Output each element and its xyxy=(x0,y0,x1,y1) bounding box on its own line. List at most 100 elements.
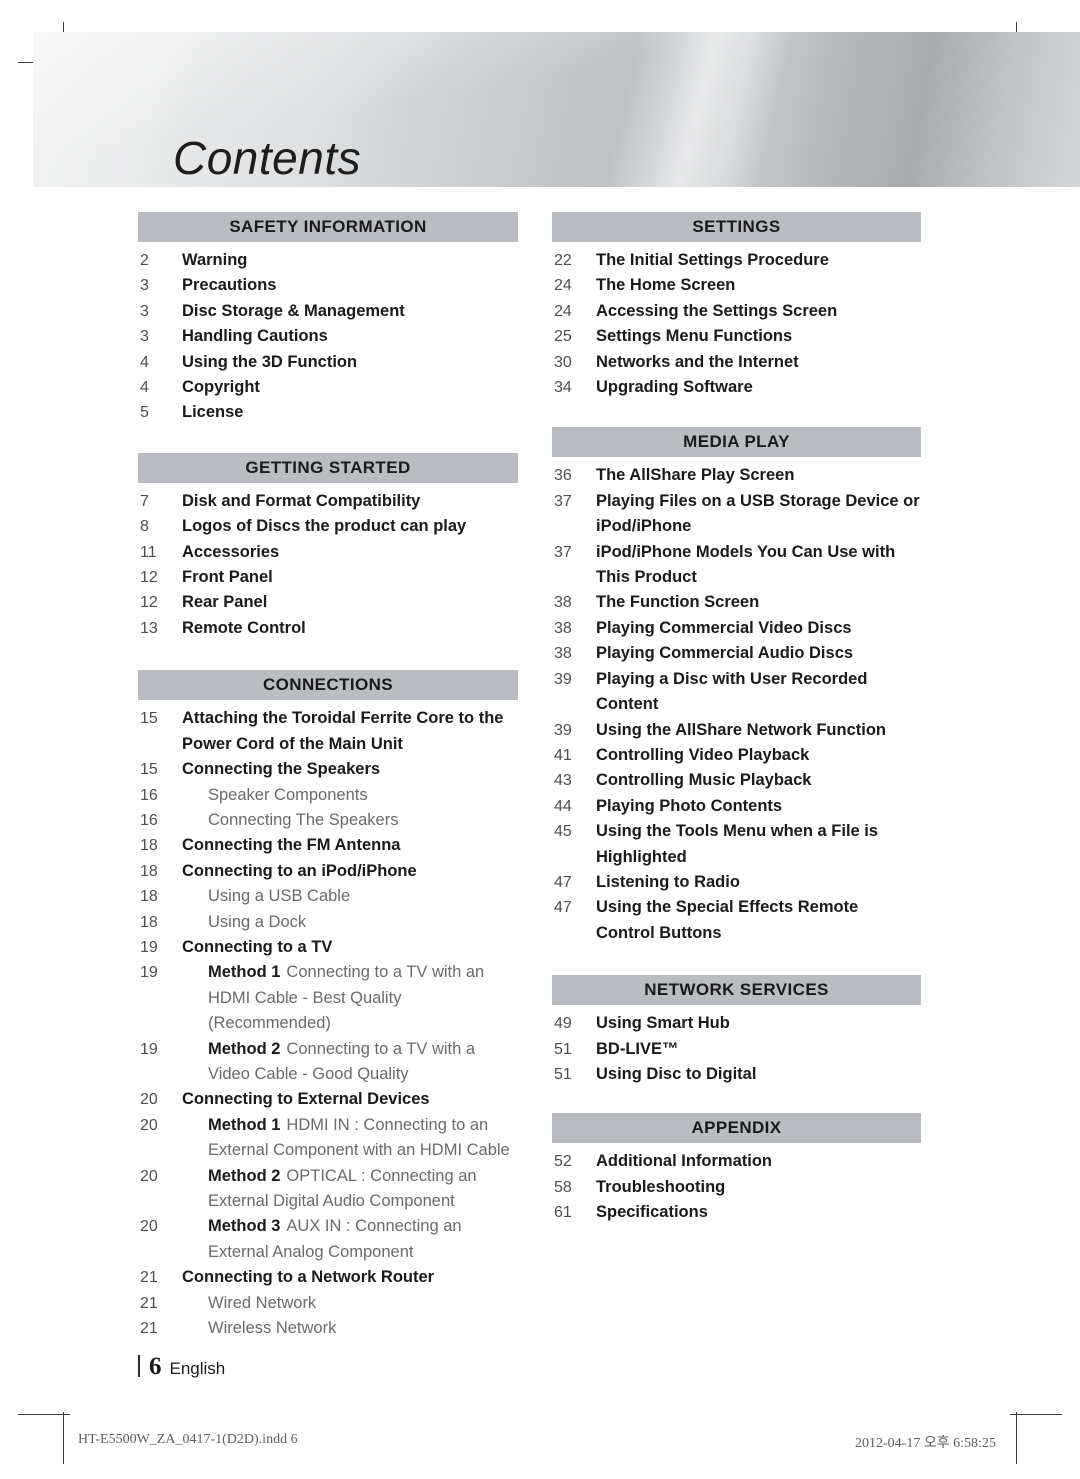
toc-entry[interactable]: 2 Warning xyxy=(138,248,518,273)
toc-entry-label: Using the 3D Function xyxy=(182,352,358,371)
toc-entry-label: Specifications xyxy=(596,1203,708,1222)
toc-section: APPENDIX 52 Additional Information 58 Troubl… xyxy=(552,1113,921,1225)
toc-entry-page-number: 45 xyxy=(554,823,572,841)
toc-entry[interactable]: 15 Attaching the Toroidal Ferrite Core to… xyxy=(138,706,518,757)
toc-section-heading: NETWORK SERVICES xyxy=(552,975,921,1006)
toc-entry[interactable]: 39 Playing a Disc with User Recorded Cont… xyxy=(552,667,921,718)
toc-entry-page-number: 39 xyxy=(554,721,572,739)
toc-entry[interactable]: 37 Playing Files on a USB Storage Device … xyxy=(552,489,921,540)
toc-entry[interactable]: 3 Disc Storage & Management xyxy=(138,299,518,324)
toc-entry-label: Connecting to External Devices xyxy=(182,1090,430,1109)
toc-entry-page-number: 38 xyxy=(554,645,572,663)
toc-entry[interactable]: 12 Front Panel xyxy=(138,565,518,590)
toc-entry-page-number: 20 xyxy=(140,1218,158,1236)
toc-entry[interactable]: 36 The AllShare Play Screen xyxy=(552,463,921,488)
toc-section-heading: GETTING STARTED xyxy=(138,452,518,483)
toc-entry[interactable]: 39 Using the AllShare Network Function xyxy=(552,718,921,743)
toc-entry[interactable]: 38 Playing Commercial Audio Discs xyxy=(552,641,921,666)
toc-entry[interactable]: 20 Method 3 AUX IN : Connecting an Externa… xyxy=(138,1214,518,1265)
toc-section: NETWORK SERVICES 49 Using Smart Hub 51 BD-LI… xyxy=(552,975,921,1087)
toc-entry[interactable]: 21 Connecting to a Network Router xyxy=(138,1265,518,1290)
toc-entry[interactable]: 47 Listening to Radio xyxy=(552,870,921,895)
toc-entry[interactable]: 30 Networks and the Internet xyxy=(552,350,921,375)
toc-entry-method-label: Method 1 xyxy=(208,1115,281,1134)
toc-entry-page-number: 3 xyxy=(140,277,149,295)
toc-entry[interactable]: 34 Upgrading Software xyxy=(552,375,921,400)
toc-entry[interactable]: 49 Using Smart Hub xyxy=(552,1011,921,1036)
toc-entry-label: Connecting to a Network Router xyxy=(182,1268,435,1287)
toc-entry-label: Using the Special Effects Remote Control… xyxy=(596,898,859,942)
toc-entry[interactable]: 20 Method 1 HDMI IN : Connecting to an Ext… xyxy=(138,1113,518,1164)
toc-entry-label: Disk and Format Compatibility xyxy=(182,491,421,510)
toc-entry[interactable]: 18 Using a Dock xyxy=(138,910,518,935)
toc-entry[interactable]: 51 Using Disc to Digital xyxy=(552,1062,921,1087)
toc-entry[interactable]: 18 Using a USB Cable xyxy=(138,884,518,909)
toc-entry-page-number: 13 xyxy=(140,619,158,637)
toc-entry[interactable]: 5 License xyxy=(138,400,518,425)
toc-entry[interactable]: 15 Connecting the Speakers xyxy=(138,757,518,782)
toc-entry[interactable]: 18 Connecting to an iPod/iPhone xyxy=(138,859,518,884)
toc-entry-page-number: 37 xyxy=(554,543,572,561)
toc-entry[interactable]: 38 Playing Commercial Video Discs xyxy=(552,616,921,641)
toc-entry-page-number: 47 xyxy=(554,873,572,891)
toc-entry-list: 52 Additional Information 58 Troubleshootin… xyxy=(552,1143,921,1225)
toc-section-heading: MEDIA PLAY xyxy=(552,427,921,458)
toc-entry-label: Controlling Music Playback xyxy=(596,771,812,790)
toc-entry-label: Connecting the Speakers xyxy=(182,760,381,779)
toc-entry[interactable]: 51 BD-LIVE™ xyxy=(552,1037,921,1062)
toc-entry[interactable]: 11 Accessories xyxy=(138,540,518,565)
toc-entry[interactable]: 24 The Home Screen xyxy=(552,273,921,298)
toc-entry-label: Copyright xyxy=(182,378,260,397)
toc-entry[interactable]: 22 The Initial Settings Procedure xyxy=(552,248,921,273)
toc-entry[interactable]: 43 Controlling Music Playback xyxy=(552,768,921,793)
toc-entry[interactable]: 4 Copyright xyxy=(138,375,518,400)
toc-entry-label: Attaching the Toroidal Ferrite Core to t… xyxy=(182,709,504,753)
toc-entry[interactable]: 38 The Function Screen xyxy=(552,590,921,615)
toc-entry[interactable]: 12 Rear Panel xyxy=(138,590,518,615)
toc-entry-page-number: 21 xyxy=(140,1269,158,1287)
toc-entry-page-number: 12 xyxy=(140,569,158,587)
toc-entry[interactable]: 19 Method 2 Connecting to a TV with a Vide… xyxy=(138,1037,518,1088)
toc-entry-label: The AllShare Play Screen xyxy=(596,466,795,485)
toc-entry-page-number: 12 xyxy=(140,594,158,612)
toc-entry[interactable]: 19 Connecting to a TV xyxy=(138,935,518,960)
toc-entry-page-number: 15 xyxy=(140,761,158,779)
toc-entry[interactable]: 19 Method 1 Connecting to a TV with an HDM… xyxy=(138,960,518,1036)
toc-entry[interactable]: 61 Specifications xyxy=(552,1200,921,1225)
toc-entry-label: Using a Dock xyxy=(208,912,307,931)
toc-entry[interactable]: 25 Settings Menu Functions xyxy=(552,324,921,349)
toc-entry-label: Connecting to an iPod/iPhone xyxy=(182,861,417,880)
toc-entry[interactable]: 13 Remote Control xyxy=(138,616,518,641)
toc-section: SETTINGS 22 The Initial Settings Procedure… xyxy=(552,212,921,400)
toc-entry-page-number: 34 xyxy=(554,379,572,397)
toc-entry[interactable]: 20 Connecting to External Devices xyxy=(138,1087,518,1112)
toc-entry[interactable]: 44 Playing Photo Contents xyxy=(552,794,921,819)
toc-entry[interactable]: 16 Speaker Components xyxy=(138,783,518,808)
toc-entry-page-number: 38 xyxy=(554,594,572,612)
toc-entry[interactable]: 16 Connecting The Speakers xyxy=(138,808,518,833)
toc-entry[interactable]: 41 Controlling Video Playback xyxy=(552,743,921,768)
page-footer: 6 English xyxy=(138,1352,225,1381)
toc-entry[interactable]: 47 Using the Special Effects Remote Contr… xyxy=(552,895,921,946)
toc-entry[interactable]: 3 Precautions xyxy=(138,273,518,298)
toc-entry[interactable]: 58 Troubleshooting xyxy=(552,1175,921,1200)
toc-entry[interactable]: 3 Handling Cautions xyxy=(138,324,518,349)
toc-entry[interactable]: 8 Logos of Discs the product can play xyxy=(138,514,518,539)
toc-entry[interactable]: 45 Using the Tools Menu when a File is Hi… xyxy=(552,819,921,870)
toc-section: MEDIA PLAY 36 The AllShare Play Screen 37 Pl… xyxy=(552,427,921,946)
toc-entry[interactable]: 20 Method 2 OPTICAL : Connecting an Extern… xyxy=(138,1164,518,1215)
footer-language: English xyxy=(169,1359,226,1378)
toc-entry[interactable]: 7 Disk and Format Compatibility xyxy=(138,489,518,514)
toc-entry[interactable]: 52 Additional Information xyxy=(552,1149,921,1174)
toc-entry[interactable]: 21 Wired Network xyxy=(138,1291,518,1316)
toc-entry[interactable]: 24 Accessing the Settings Screen xyxy=(552,299,921,324)
toc-entry[interactable]: 21 Wireless Network xyxy=(138,1316,518,1341)
toc-entry-label: Rear Panel xyxy=(182,593,268,612)
toc-entry-page-number: 18 xyxy=(140,888,158,906)
toc-entry[interactable]: 4 Using the 3D Function xyxy=(138,350,518,375)
toc-entry[interactable]: 18 Connecting the FM Antenna xyxy=(138,833,518,858)
toc-entry-list: 49 Using Smart Hub 51 BD-LIVE™ 51 Using Disc … xyxy=(552,1005,921,1087)
toc-entry[interactable]: 37 iPod/iPhone Models You Can Use with Th… xyxy=(552,540,921,591)
toc-entry-label: Upgrading Software xyxy=(596,378,753,397)
toc-section-heading: SAFETY INFORMATION xyxy=(138,212,518,242)
